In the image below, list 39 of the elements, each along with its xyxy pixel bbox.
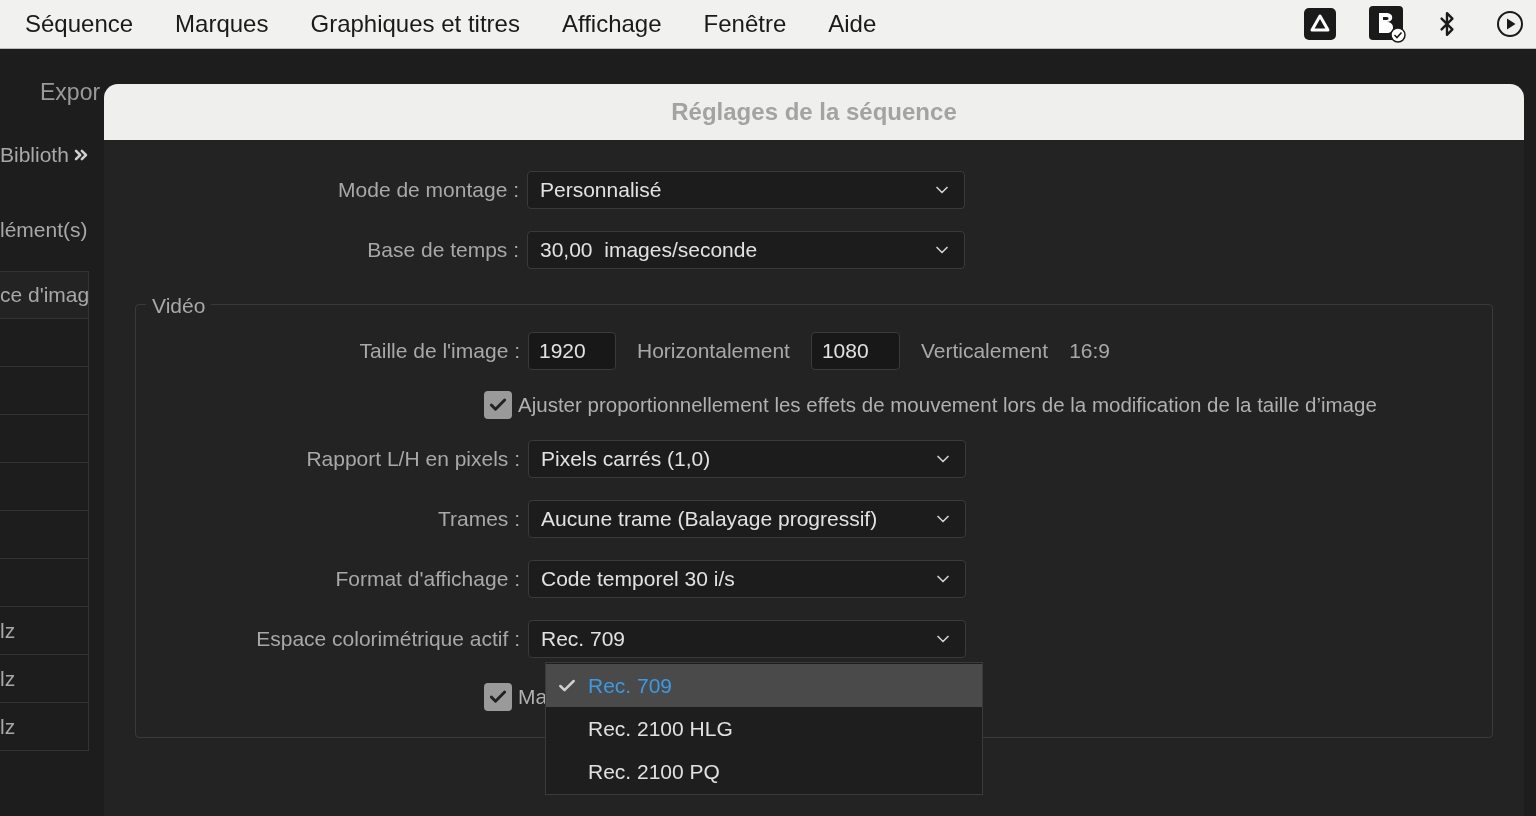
field-label: Rapport L/H en pixels : xyxy=(305,446,521,473)
field-label: Base de temps : xyxy=(366,237,520,264)
field-label: Espace colorimétrique actif : xyxy=(255,626,521,653)
b-check-icon[interactable] xyxy=(1368,5,1406,43)
checkbox-label: Ajuster proportionnellement les effets de mouvement lors de la modification de la taille d’image xyxy=(518,391,1377,418)
panel-title[interactable]: Biblioth xyxy=(0,139,69,171)
menu-item[interactable]: Marques xyxy=(175,6,269,42)
menu-item[interactable]: Affichage xyxy=(561,6,662,42)
field-label: Mode de montage : xyxy=(337,177,520,204)
dropdown-select[interactable]: Rec. 709 xyxy=(528,620,966,658)
menu-item[interactable]: Fenêtre xyxy=(703,6,787,42)
menu-option[interactable]: Rec. 2100 HLG xyxy=(546,707,982,750)
field-label: Horizontalement xyxy=(637,338,790,365)
dropdown-select[interactable]: Personnalisé xyxy=(527,171,965,209)
menu-item[interactable]: Séquence xyxy=(25,6,134,42)
height-field[interactable]: 1080 xyxy=(810,332,900,370)
menu-item[interactable]: Graphiques et titres xyxy=(310,6,520,42)
dropdown-select[interactable]: 30,00 images/seconde xyxy=(527,231,965,269)
field-label: Format d'affichage : xyxy=(334,566,521,593)
menu-option[interactable]: Rec. 2100 PQ xyxy=(546,750,982,793)
dropdown-select[interactable]: Code temporel 30 i/s xyxy=(528,560,966,598)
checkbox[interactable] xyxy=(484,683,512,711)
table-cell-text: lz xyxy=(0,617,16,644)
column-header: ce d'imag xyxy=(0,282,88,309)
width-field[interactable]: 1920 xyxy=(528,332,616,370)
dropdown-select[interactable]: Pixels carrés (1,0) xyxy=(528,440,966,478)
table-cell-text: lz xyxy=(0,665,16,692)
dialog-title: Réglages de la séquence xyxy=(671,97,957,127)
menu-item[interactable]: Aide xyxy=(828,6,877,42)
field-label: Verticalement xyxy=(920,338,1049,365)
column-header: lément(s) xyxy=(0,216,88,243)
aspect-ratio: 16:9 xyxy=(1069,338,1110,365)
play-circle-icon[interactable] xyxy=(1496,10,1524,38)
field-label: Taille de l'image : xyxy=(358,338,521,365)
field-label: Trames : xyxy=(436,506,521,533)
dropdown-select[interactable]: Aucune trame (Balayage progressif) xyxy=(528,500,966,538)
checkbox[interactable] xyxy=(484,391,512,419)
table-cell-text: lz xyxy=(0,713,16,740)
panel-tab[interactable]: Expor xyxy=(40,74,101,110)
